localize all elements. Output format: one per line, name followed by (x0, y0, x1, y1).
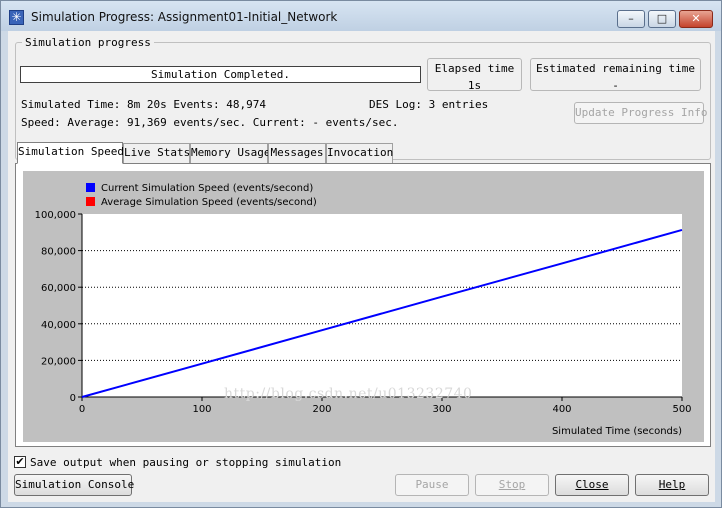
x-tick-label: 100 (192, 404, 211, 415)
update-progress-info-button[interactable]: Update Progress Info (574, 102, 707, 124)
speed-text: Speed: Average: 91,369 events/sec. Curre… (21, 116, 399, 129)
elapsed-time-group: Elapsed time 1s (427, 58, 522, 92)
y-tick-label: 100,000 (35, 210, 76, 221)
tab-invocation[interactable]: Invocation (326, 143, 393, 163)
window-title: Simulation Progress: Assignment01-Initia… (31, 10, 338, 24)
legend-label: Average Simulation Speed (events/second) (101, 197, 317, 208)
x-tick-label: 500 (672, 404, 691, 415)
y-tick-label: 60,000 (41, 283, 76, 294)
close-button[interactable]: Close (555, 474, 629, 496)
elapsed-time-label: Elapsed time (434, 62, 515, 75)
watermark-annotation: http://blog.csdn.net/u013232740 (224, 386, 473, 402)
tab-messages[interactable]: Messages (268, 143, 326, 163)
simulation-progress-window: ✳ Simulation Progress: Assignment01-Init… (0, 0, 722, 508)
title-bar[interactable]: ✳ Simulation Progress: Assignment01-Init… (1, 1, 721, 31)
simulation-console-button[interactable]: Simulation Console (14, 474, 134, 496)
x-tick-label: 0 (79, 404, 85, 415)
help-button[interactable]: Help (635, 474, 709, 496)
x-tick-label: 300 (432, 404, 451, 415)
elapsed-time-value: 1s (467, 79, 482, 92)
dialog-body: Simulation progress Simulation Completed… (8, 31, 715, 502)
minimize-button[interactable]: – (617, 10, 645, 28)
stop-button[interactable]: Stop (475, 474, 549, 496)
close-window-button[interactable]: ✕ (679, 10, 713, 28)
remaining-time-group: Estimated remaining time - (530, 58, 701, 92)
y-tick-label: 40,000 (41, 320, 76, 331)
simulation-speed-panel: 0 20,000 40,000 60,000 80,000 100,000 0 100 200… (15, 163, 711, 447)
y-tick-label: 0 (70, 393, 76, 404)
save-output-label: Save output when pausing or stopping sim… (30, 456, 342, 469)
tab-memory-usage[interactable]: Memory Usage (190, 143, 270, 163)
remaining-time-label: Estimated remaining time (536, 62, 695, 75)
legend-swatch (86, 197, 95, 206)
save-output-checkbox[interactable]: ✔ (14, 456, 26, 468)
remaining-time-value: - (612, 79, 619, 92)
check-mark-icon: ✔ (15, 455, 25, 468)
plot-area (82, 214, 682, 397)
x-axis-label: Simulated Time (seconds) (552, 426, 682, 437)
tab-simulation-speed[interactable]: Simulation Speed (17, 142, 124, 164)
des-log-text: DES Log: 3 entries (369, 98, 489, 111)
simulation-status-box: Simulation Completed. (20, 66, 421, 83)
maximize-button[interactable]: □ (648, 10, 676, 28)
x-tick-label: 400 (552, 404, 571, 415)
legend-label: Current Simulation Speed (events/second) (101, 183, 313, 194)
legend-swatch (86, 183, 95, 192)
pause-button[interactable]: Pause (395, 474, 469, 496)
y-tick-label: 80,000 (41, 247, 76, 258)
simulation-star-icon: ✳ (9, 10, 24, 25)
x-tick-label: 200 (312, 404, 331, 415)
simulation-progress-group-label: Simulation progress (22, 36, 154, 49)
simulated-time-text: Simulated Time: 8m 20s Events: 48,974 (21, 98, 267, 111)
tab-live-stats[interactable]: Live Stats (123, 143, 190, 163)
y-tick-label: 20,000 (41, 356, 76, 367)
